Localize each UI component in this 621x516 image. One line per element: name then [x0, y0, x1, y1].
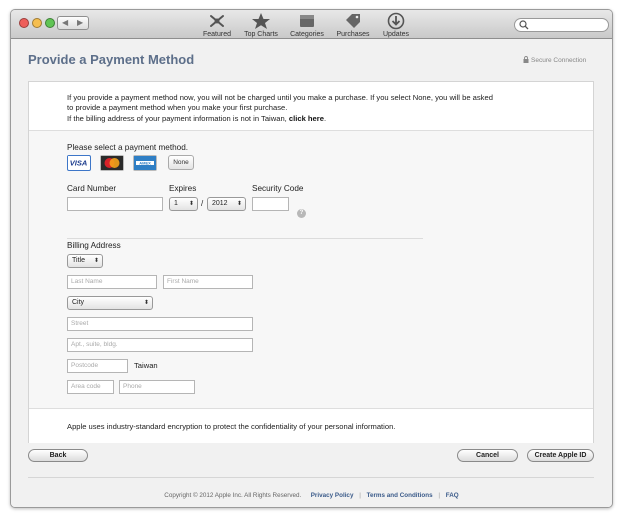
security-note-text: Apple uses industry-standard encryption … [67, 422, 396, 431]
secure-connection-indicator: Secure Connection [523, 56, 586, 64]
title-select[interactable]: Title ⬍ [67, 254, 103, 268]
help-icon[interactable]: ? [297, 209, 306, 218]
expires-label: Expires [169, 184, 197, 193]
expires-year-select[interactable]: 2012 ⬍ [207, 197, 246, 211]
security-note-block: Apple uses industry-standard encryption … [29, 408, 593, 443]
intro-line-2: to provide a payment method when you mak… [67, 103, 288, 112]
toolbar-item-featured[interactable]: Featured [199, 10, 235, 38]
intro-line-1: If you provide a payment method now, you… [67, 93, 493, 102]
postcode-input[interactable]: Postcode [67, 359, 128, 373]
svg-text:AMEX: AMEX [139, 160, 151, 165]
page-title: Provide a Payment Method [28, 52, 195, 67]
close-window-button[interactable] [19, 18, 29, 28]
intro-text-block: If you provide a payment method now, you… [29, 82, 593, 131]
last-name-input[interactable]: Last Name [67, 275, 157, 289]
expires-month-value: 1 [174, 200, 178, 207]
street-input[interactable]: Street [67, 317, 253, 331]
visa-icon: VISA [68, 156, 89, 169]
click-here-link[interactable]: click here [289, 114, 324, 123]
none-payment-button[interactable]: None [168, 155, 194, 170]
expires-separator: / [201, 199, 204, 208]
toolbar-label-featured: Featured [202, 31, 232, 38]
card-number-input[interactable] [67, 197, 163, 211]
payment-method-prompt: Please select a payment method. [67, 143, 189, 152]
first-name-input[interactable]: First Name [163, 275, 253, 289]
cancel-button[interactable]: Cancel [457, 449, 518, 462]
back-button[interactable]: Back [28, 449, 88, 462]
footer: Copyright © 2012 Apple Inc. All Rights R… [11, 492, 612, 499]
apt-suite-input[interactable]: Apt., suite, bldg. [67, 338, 253, 352]
mastercard-card-option[interactable] [100, 155, 124, 171]
intro-line-3-period: . [323, 114, 327, 123]
categories-icon [300, 15, 314, 27]
select-arrows-icon: ⬍ [236, 201, 242, 207]
intro-line-3-text: If the billing address of your payment i… [67, 114, 287, 123]
mastercard-icon [101, 156, 123, 170]
secure-connection-label: Secure Connection [531, 57, 587, 64]
city-select-value: City [72, 299, 85, 306]
toolbar-label-categories: Categories [290, 31, 324, 38]
minimize-window-button[interactable] [32, 18, 42, 28]
footer-separator: | [359, 492, 361, 499]
footer-divider [28, 477, 594, 478]
faq-link[interactable]: FAQ [446, 492, 459, 499]
create-apple-id-button[interactable]: Create Apple ID [527, 449, 594, 462]
country-label: Taiwan [134, 361, 158, 370]
billing-address-heading: Billing Address [67, 241, 121, 250]
app-window: ◀ ▶ Featured Top Charts Categories Purch… [10, 9, 613, 508]
select-arrows-icon: ⬍ [188, 201, 194, 207]
expires-month-select[interactable]: 1 ⬍ [169, 197, 198, 211]
amex-card-option[interactable]: AMEX [133, 155, 157, 171]
toolbar-item-categories[interactable]: Categories [288, 10, 326, 38]
select-arrows-icon: ⬍ [93, 258, 99, 264]
toolbar-label-updates: Updates [382, 31, 410, 38]
toolbar-item-updates[interactable]: Updates [379, 10, 413, 38]
security-code-input[interactable] [252, 197, 289, 211]
title-select-value: Title [72, 257, 85, 264]
section-divider [67, 238, 423, 239]
select-arrows-icon: ⬍ [143, 300, 149, 306]
forward-arrow-icon[interactable]: ▶ [77, 18, 83, 27]
privacy-policy-link[interactable]: Privacy Policy [311, 492, 354, 499]
star-icon [252, 13, 270, 29]
security-code-label: Security Code [252, 184, 304, 193]
toolbar-item-top-charts[interactable]: Top Charts [241, 10, 281, 38]
search-field[interactable] [514, 18, 609, 32]
area-code-input[interactable]: Area code [67, 380, 114, 394]
search-icon [519, 20, 529, 30]
featured-icon [210, 15, 224, 27]
expires-year-value: 2012 [212, 200, 228, 207]
zoom-window-button[interactable] [45, 18, 55, 28]
amex-icon: AMEX [134, 156, 156, 170]
terms-link[interactable]: Terms and Conditions [367, 492, 433, 499]
footer-separator: | [438, 492, 440, 499]
copyright-text: Copyright © 2012 Apple Inc. All Rights R… [164, 492, 302, 499]
back-arrow-icon[interactable]: ◀ [62, 18, 68, 27]
payment-form-panel: If you provide a payment method now, you… [28, 81, 594, 443]
intro-line-3: If the billing address of your payment i… [67, 114, 326, 123]
visa-card-option[interactable]: VISA [67, 155, 91, 171]
toolbar-item-purchases[interactable]: Purchases [334, 10, 372, 38]
main-content: Provide a Payment Method Secure Connecti… [11, 39, 612, 507]
tag-icon [346, 14, 360, 28]
toolbar-label-purchases: Purchases [336, 31, 370, 38]
city-select[interactable]: City ⬍ [67, 296, 153, 310]
phone-input[interactable]: Phone [119, 380, 195, 394]
card-number-label: Card Number [67, 184, 117, 193]
toolbar: ◀ ▶ Featured Top Charts Categories Purch… [11, 10, 612, 39]
lock-icon [523, 56, 529, 63]
updates-icon [387, 12, 405, 30]
toolbar-label-top-charts: Top Charts [244, 31, 278, 38]
svg-text:VISA: VISA [70, 159, 88, 168]
navigation-buttons: ◀ ▶ [57, 16, 89, 30]
